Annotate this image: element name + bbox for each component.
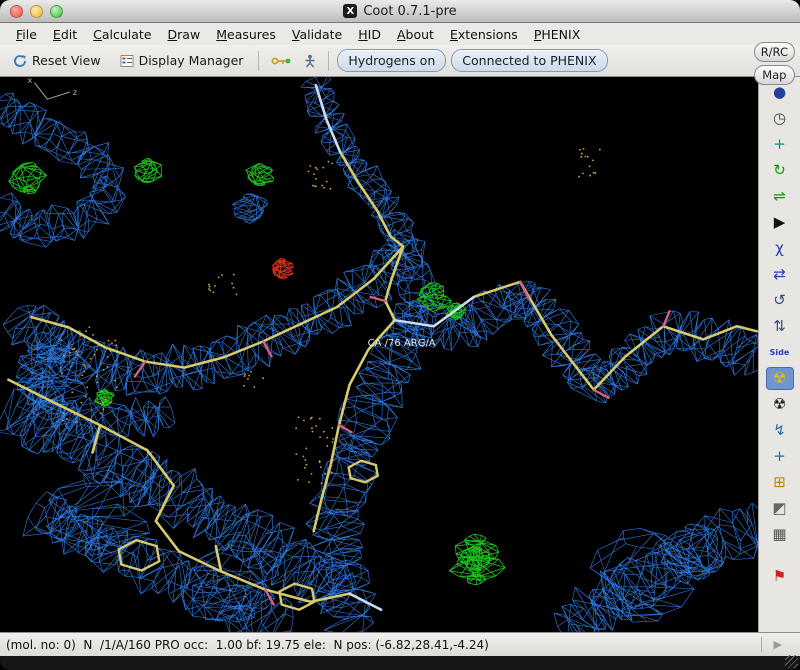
trash-icon[interactable]: ▦ (766, 523, 794, 546)
mutate-icon[interactable]: ◩ (766, 497, 794, 520)
zoom-button[interactable] (50, 5, 63, 18)
reset-view-label: Reset View (32, 53, 101, 68)
display-manager-icon (120, 54, 134, 67)
right-gutter: R/RC Map (753, 42, 795, 85)
torsion-green-icon[interactable]: ⇌ (766, 185, 794, 208)
menubar: File Edit Calculate Draw Measures Validate HID… (0, 23, 800, 45)
titlebar[interactable]: X Coot 0.7.1-pre (0, 0, 800, 23)
flip-icon[interactable]: ⇄ (766, 263, 794, 286)
x11-icon: X (343, 4, 358, 18)
phenix-connection-button[interactable]: Connected to PHENIX (451, 49, 608, 72)
map-button[interactable]: Map (753, 65, 795, 85)
figure-button[interactable] (300, 52, 320, 70)
add-water-icon[interactable]: ⊞ (766, 471, 794, 494)
menu-item-extensions[interactable]: Extensions (442, 25, 526, 44)
svg-text:z: z (73, 87, 77, 97)
pointer-icon[interactable]: ▶ (766, 211, 794, 234)
right-toolbar: ● ◷ + ↻ ⇌ ▶ χ ⇄ ↺ ⇅ Side ☢ ☢ ↯ + ⊞ ◩ ▦ ⚑ (758, 77, 800, 632)
menu-item-validate[interactable]: Validate (284, 25, 350, 44)
clock-icon[interactable]: ◷ (766, 107, 794, 130)
electron-density-scene: zx (0, 77, 758, 632)
key-icon (271, 57, 291, 64)
display-manager-button[interactable]: Display Manager (113, 50, 251, 71)
menu-item-about[interactable]: About (389, 25, 442, 44)
display-manager-label: Display Manager (138, 53, 244, 68)
move-axes-icon[interactable]: + (766, 133, 794, 156)
menu-item-measures[interactable]: Measures (208, 25, 284, 44)
reset-view-button[interactable]: Reset View (6, 50, 108, 71)
reset-view-icon (14, 54, 26, 67)
svg-text:x: x (27, 77, 32, 85)
person-icon (305, 54, 315, 68)
gl-canvas[interactable]: zx CA /76 ARG/A (0, 77, 758, 632)
key-button[interactable] (267, 53, 295, 69)
menu-item-calculate[interactable]: Calculate (85, 25, 159, 44)
window-bottom-frame (0, 655, 800, 670)
close-button[interactable] (10, 5, 23, 18)
rotate-translate-icon[interactable]: ↺ (766, 289, 794, 312)
refine-icon[interactable]: ☢ (765, 367, 794, 390)
menu-item-phenix[interactable]: PHENIX (526, 25, 588, 44)
regularize-icon[interactable]: ☢ (766, 393, 794, 416)
traffic-lights (10, 5, 63, 18)
atom-label: CA /76 ARG/A (367, 337, 436, 349)
menu-item-edit[interactable]: Edit (45, 25, 85, 44)
toolbar: Reset View Display Manager Hydrogens on … (0, 45, 800, 77)
menu-item-hid[interactable]: HID (350, 25, 389, 44)
rigid-body-icon[interactable]: ⇅ (766, 315, 794, 338)
side-chain-icon[interactable]: Side (766, 341, 794, 364)
rrc-button[interactable]: R/RC (753, 42, 795, 62)
menu-item-file[interactable]: File (8, 25, 45, 44)
add-atom-icon[interactable]: + (766, 445, 794, 468)
status-text: (mol. no: 0) N /1/A/160 PRO occ: 1.00 bf… (6, 637, 489, 652)
rotate-green-icon[interactable]: ↻ (766, 159, 794, 182)
main-area: zx CA /76 ARG/A ● ◷ + ↻ ⇌ ▶ χ ⇄ ↺ ⇅ Side ☢ ☢ ↯ + ⊞ ◩ ▦ ⚑ (0, 77, 800, 632)
pepflip-icon[interactable]: ↯ (766, 419, 794, 442)
toolbar-separator (258, 50, 260, 71)
flag-icon[interactable]: ⚑ (766, 565, 794, 588)
task-arrow-icon: ▶ (760, 637, 794, 652)
resize-grip[interactable] (785, 655, 798, 668)
statusbar: (mol. no: 0) N /1/A/160 PRO occ: 1.00 bf… (0, 632, 800, 656)
toolbar-separator (328, 50, 330, 71)
chi-angles-icon[interactable]: χ (766, 237, 794, 260)
menu-item-draw[interactable]: Draw (160, 25, 209, 44)
window-title: Coot 0.7.1-pre (363, 3, 457, 19)
hydrogens-toggle-button[interactable]: Hydrogens on (337, 49, 447, 72)
minimize-button[interactable] (30, 5, 43, 18)
coot-window: X Coot 0.7.1-pre File Edit Calculate Draw Me… (0, 0, 800, 670)
